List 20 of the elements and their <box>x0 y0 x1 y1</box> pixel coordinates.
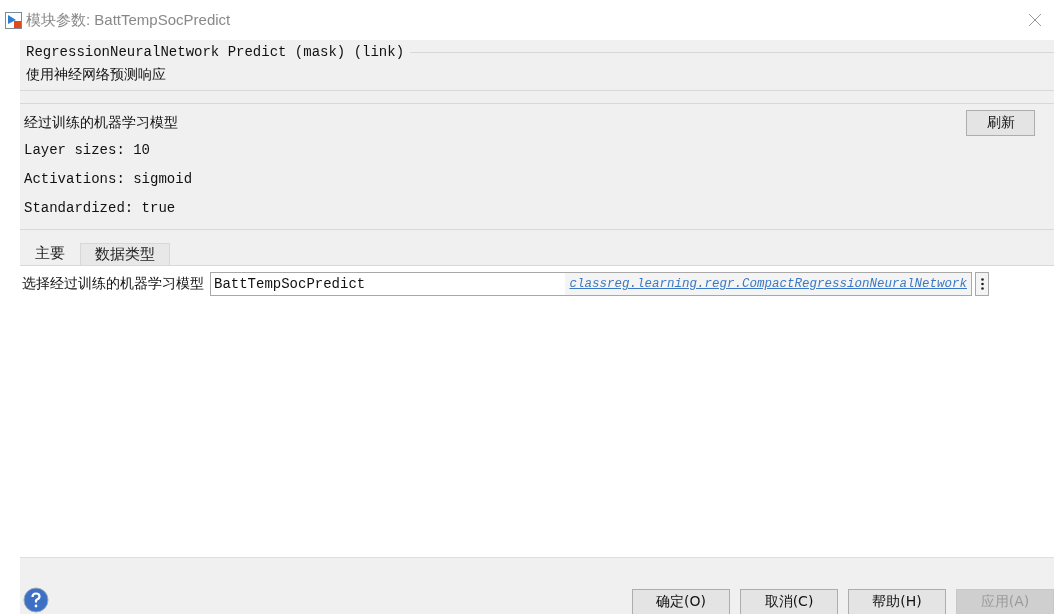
more-options-button[interactable] <box>975 272 989 296</box>
model-detail: Layer sizes: 10 <box>24 141 152 160</box>
refresh-button[interactable]: 刷新 <box>966 110 1035 136</box>
block-heading: RegressionNeuralNetwork Predict (mask) (link) <box>26 44 405 60</box>
dialog-button[interactable]: 取消(C) <box>740 589 838 614</box>
model-detail: Activations: sigmoid <box>24 170 194 189</box>
block-icon <box>5 11 22 29</box>
model-type-link[interactable]: classreg.learning.regr.CompactRegressionNeuralNetwork <box>565 273 971 295</box>
model-detail: Standardized: true <box>24 199 177 218</box>
tab[interactable]: 数据类型 <box>80 243 170 265</box>
model-title: 经过训练的机器学习模型 <box>24 114 178 132</box>
close-icon[interactable] <box>1028 13 1042 27</box>
window-title: 模块参数: BattTempSocPredict <box>26 10 231 30</box>
block-description: 使用神经网络预测响应 <box>26 66 167 84</box>
kebab-icon <box>980 278 984 290</box>
field-label: 选择经过训练的机器学习模型 <box>22 275 204 293</box>
dialog-button[interactable]: 帮助(H) <box>848 589 946 614</box>
help-icon[interactable] <box>23 587 49 613</box>
dialog-button[interactable]: 确定(O) <box>632 589 730 614</box>
model-input-field[interactable]: BattTempSocPredict classreg.learning.regr.CompactRegressionNeuralNetwork <box>210 272 972 296</box>
